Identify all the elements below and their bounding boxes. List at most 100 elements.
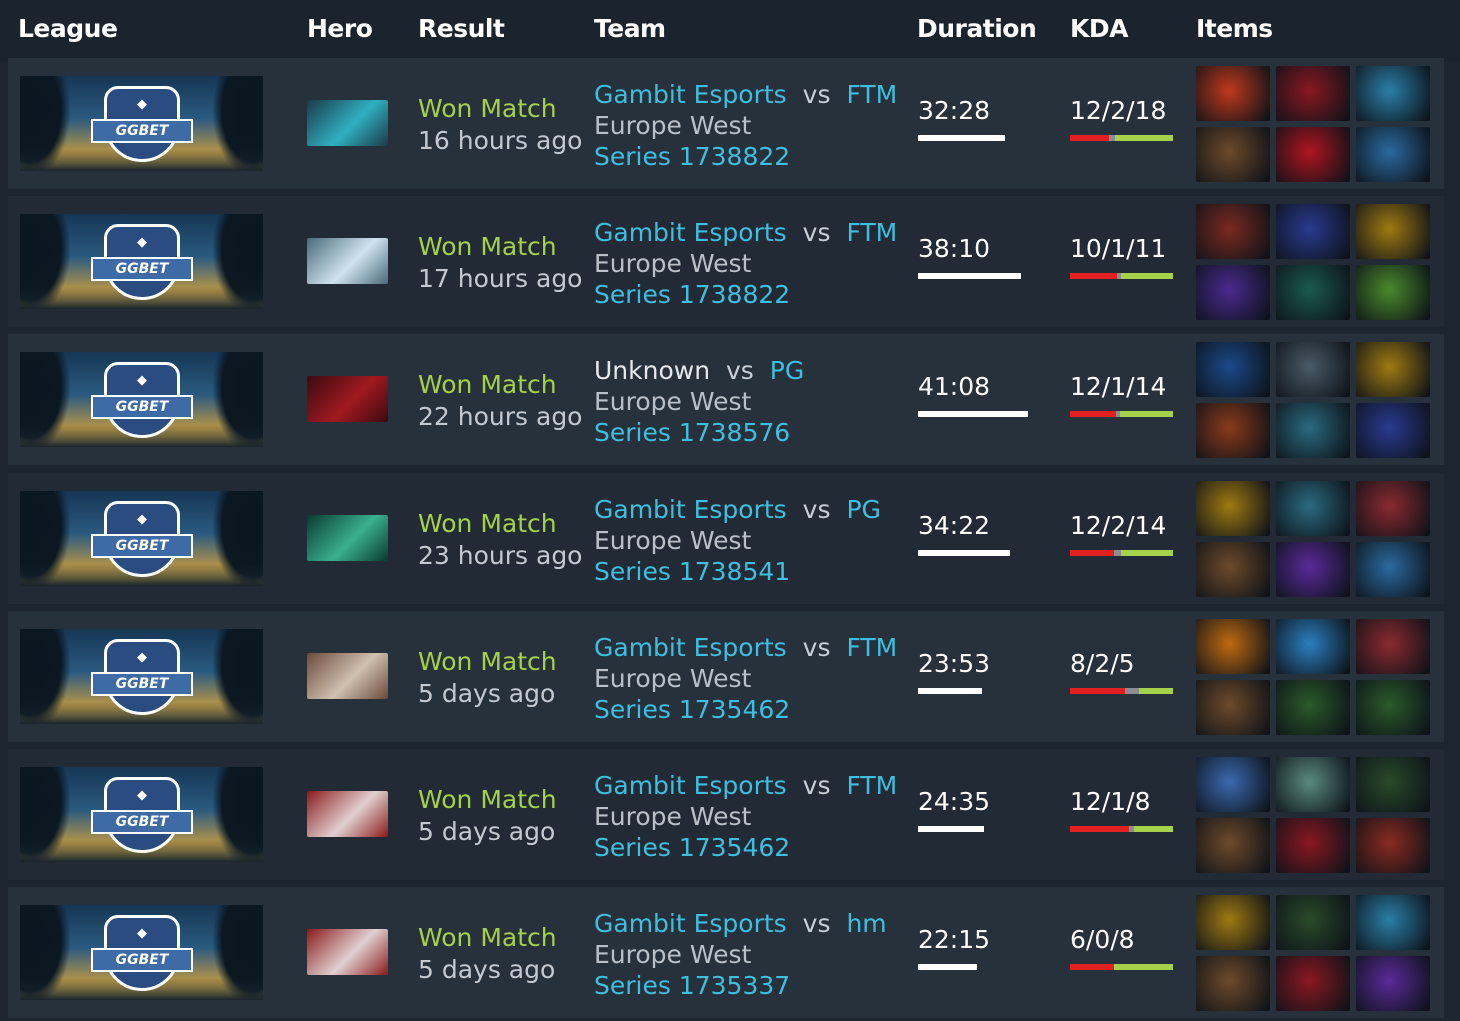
team-b-link[interactable]: FTM: [846, 218, 897, 247]
hero-portrait-icon[interactable]: [307, 100, 388, 146]
potion-item-icon[interactable]: [1196, 757, 1270, 812]
hero-portrait-icon[interactable]: [307, 791, 388, 837]
green-claw-item-icon[interactable]: [1276, 679, 1350, 735]
match-result-link[interactable]: Won Match: [418, 509, 557, 538]
fire-item-icon[interactable]: [1196, 66, 1270, 121]
series-link[interactable]: Series 1735462: [594, 695, 790, 724]
team-a-link[interactable]: Gambit Esports: [594, 633, 787, 662]
league-banner-image[interactable]: ◆ GGBET: [20, 490, 263, 586]
flame-item-icon[interactable]: [1196, 618, 1270, 674]
red-orb-item-icon[interactable]: [1276, 956, 1350, 1012]
series-link[interactable]: Series 1738576: [594, 418, 790, 447]
red-cloak-item-icon[interactable]: [1356, 480, 1430, 536]
header-kda[interactable]: KDA: [1070, 14, 1128, 43]
blue-scepter-item-icon[interactable]: [1356, 403, 1430, 459]
purple-crystal-item-icon[interactable]: [1276, 541, 1350, 597]
lightning-hammer-item-icon[interactable]: [1276, 618, 1350, 674]
team-b-link[interactable]: FTM: [846, 771, 897, 800]
header-result[interactable]: Result: [418, 14, 505, 43]
item-grid: [1196, 480, 1432, 599]
table-row[interactable]: ◆ GGBET Won Match 22 hours ago Unknown v…: [8, 334, 1444, 466]
green-drum-item-icon[interactable]: [1356, 265, 1430, 321]
team-a-link[interactable]: Gambit Esports: [594, 218, 787, 247]
series-link[interactable]: Series 1738541: [594, 557, 790, 586]
team-b-link[interactable]: PG: [846, 495, 880, 524]
match-result-link[interactable]: Won Match: [418, 923, 557, 952]
team-b-link[interactable]: FTM: [846, 633, 897, 662]
blue-crystal-item-icon[interactable]: [1356, 895, 1430, 951]
wand-item-icon[interactable]: [1276, 895, 1350, 951]
wand-item-icon[interactable]: [1356, 757, 1430, 812]
red-orb-item-icon[interactable]: [1276, 818, 1350, 873]
league-banner-image[interactable]: ◆ GGBET: [20, 352, 263, 448]
staff-item-icon[interactable]: [1356, 541, 1430, 597]
series-link[interactable]: Series 1738822: [594, 142, 790, 171]
staff-item-icon[interactable]: [1356, 127, 1430, 182]
header-league[interactable]: League: [18, 14, 118, 43]
table-row[interactable]: ◆ GGBET Won Match 5 days ago Gambit Espo…: [8, 749, 1444, 880]
axe-item-icon[interactable]: [1276, 480, 1350, 536]
armor-item-icon[interactable]: [1356, 818, 1430, 873]
boots-item-icon[interactable]: [1196, 127, 1270, 182]
red-cloak-item-icon[interactable]: [1356, 618, 1430, 674]
series-link[interactable]: Series 1738822: [594, 280, 790, 309]
blade-item-icon[interactable]: [1276, 403, 1350, 459]
table-row[interactable]: ◆ GGBET Won Match 17 hours ago Gambit Es…: [8, 196, 1444, 328]
gold-helm-item-icon[interactable]: [1196, 895, 1270, 951]
hero-portrait-icon[interactable]: [307, 514, 388, 561]
boots-item-icon[interactable]: [1196, 956, 1270, 1012]
purple-boots-item-icon[interactable]: [1196, 265, 1270, 321]
league-banner-image[interactable]: ◆ GGBET: [20, 628, 263, 724]
red-boots-item-icon[interactable]: [1196, 403, 1270, 459]
team-a-link[interactable]: Gambit Esports: [594, 80, 787, 109]
match-result-link[interactable]: Won Match: [418, 647, 557, 676]
team-a-link[interactable]: Gambit Esports: [594, 771, 787, 800]
team-b-link[interactable]: hm: [846, 909, 886, 938]
claw-item-icon[interactable]: [1196, 204, 1270, 260]
gold-helm-item-icon[interactable]: [1356, 204, 1430, 260]
team-b-link[interactable]: FTM: [846, 80, 897, 109]
mask-item-icon[interactable]: [1276, 342, 1350, 398]
red-gem-item-icon[interactable]: [1276, 127, 1350, 182]
blue-scepter-item-icon[interactable]: [1276, 204, 1350, 260]
match-result-link[interactable]: Won Match: [418, 232, 557, 261]
kda-deaths-segment: [1114, 549, 1122, 556]
league-banner-image[interactable]: ◆ GGBET: [20, 214, 263, 310]
team-a-link[interactable]: Gambit Esports: [594, 495, 787, 524]
blue-crystal-item-icon[interactable]: [1356, 66, 1430, 121]
hero-portrait-icon[interactable]: [307, 238, 388, 285]
table-row[interactable]: ◆ GGBET Won Match 5 days ago Gambit Espo…: [8, 610, 1444, 742]
boots-item-icon[interactable]: [1196, 679, 1270, 735]
league-banner-image[interactable]: ◆ GGBET: [20, 905, 263, 1001]
hero-portrait-icon[interactable]: [307, 929, 388, 976]
boots-item-icon[interactable]: [1196, 818, 1270, 873]
teams-line: Gambit Esports vs FTM: [594, 218, 897, 247]
gold-helm-item-icon[interactable]: [1196, 480, 1270, 536]
boots-item-icon[interactable]: [1196, 541, 1270, 597]
series-link[interactable]: Series 1735337: [594, 971, 790, 1000]
table-row[interactable]: ◆ GGBET Won Match 23 hours ago Gambit Es…: [8, 472, 1444, 604]
match-result-link[interactable]: Won Match: [418, 94, 557, 123]
team-a-link[interactable]: Gambit Esports: [594, 909, 787, 938]
blue-orb-item-icon[interactable]: [1196, 342, 1270, 398]
gold-helm-item-icon[interactable]: [1356, 342, 1430, 398]
hero-portrait-icon[interactable]: [307, 652, 388, 699]
team-b-link[interactable]: PG: [770, 356, 804, 385]
purple-crystal-item-icon[interactable]: [1356, 956, 1430, 1012]
league-banner-image[interactable]: ◆ GGBET: [20, 76, 263, 171]
dota-logo-icon: ◆: [137, 649, 147, 665]
match-result-link[interactable]: Won Match: [418, 785, 557, 814]
ethereal-item-icon[interactable]: [1276, 265, 1350, 321]
hero-portrait-icon[interactable]: [307, 376, 388, 423]
header-team[interactable]: Team: [594, 14, 666, 43]
series-link[interactable]: Series 1735462: [594, 833, 790, 862]
header-duration[interactable]: Duration: [917, 14, 1037, 43]
league-banner-image[interactable]: ◆ GGBET: [20, 767, 263, 862]
green-claw-item-icon[interactable]: [1356, 679, 1430, 735]
table-row[interactable]: ◆ GGBET Won Match 16 hours ago Gambit Es…: [8, 58, 1444, 189]
header-hero[interactable]: Hero: [307, 14, 373, 43]
table-row[interactable]: ◆ GGBET Won Match 5 days ago Gambit Espo…: [8, 887, 1444, 1019]
red-orb-item-icon[interactable]: [1276, 66, 1350, 121]
wind-item-icon[interactable]: [1276, 757, 1350, 812]
match-result-link[interactable]: Won Match: [418, 370, 557, 399]
